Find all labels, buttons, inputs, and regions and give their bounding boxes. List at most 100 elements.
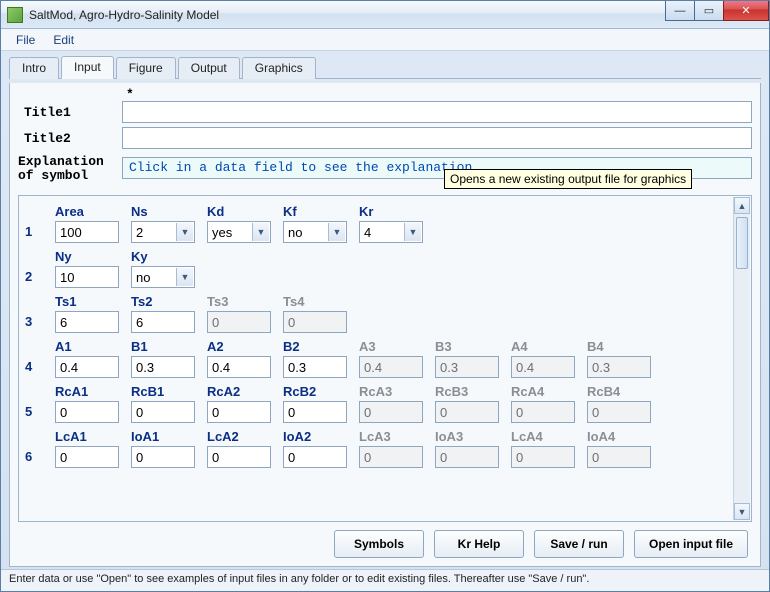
input-b1[interactable]: [131, 356, 195, 378]
app-icon: [7, 7, 23, 23]
label-a3: A3: [359, 339, 431, 355]
required-star: *: [126, 87, 752, 101]
tooltip: Opens a new existing output file for gra…: [444, 169, 692, 189]
label-ny: Ny: [55, 249, 127, 265]
grid-row-4: 4 A1 B1 A2 B2 A3 B3 A4 B4: [25, 339, 729, 378]
select-kr[interactable]: 4▼: [359, 221, 423, 243]
input-b4: [587, 356, 651, 378]
input-b2[interactable]: [283, 356, 347, 378]
scroll-up-icon[interactable]: ▲: [734, 197, 750, 214]
scroll-thumb[interactable]: [736, 217, 748, 269]
label-rca3: RcA3: [359, 384, 431, 400]
scroll-down-icon[interactable]: ▼: [734, 503, 750, 520]
input-lca3: [359, 446, 423, 468]
save-run-button[interactable]: Save / run: [534, 530, 624, 558]
input-a4: [511, 356, 575, 378]
label-kr: Kr: [359, 204, 431, 220]
input-rca2[interactable]: [207, 401, 271, 423]
menubar: File Edit: [1, 29, 769, 51]
menu-edit[interactable]: Edit: [44, 31, 83, 49]
input-ts2[interactable]: [131, 311, 195, 333]
vertical-scrollbar[interactable]: ▲ ▼: [733, 197, 750, 520]
select-ky[interactable]: no▼: [131, 266, 195, 288]
title2-input[interactable]: [122, 127, 752, 149]
input-rcb2[interactable]: [283, 401, 347, 423]
row-num: 4: [25, 359, 55, 378]
label-kf: Kf: [283, 204, 355, 220]
input-lca1[interactable]: [55, 446, 119, 468]
input-ts3: [207, 311, 271, 333]
tab-output[interactable]: Output: [178, 57, 240, 79]
label-ts3: Ts3: [207, 294, 279, 310]
input-lca4: [511, 446, 575, 468]
grid-row-5: 5 RcA1 RcB1 RcA2 RcB2 RcA3 RcB3 RcA4 RcB…: [25, 384, 729, 423]
title1-input[interactable]: [122, 101, 752, 123]
label-b4: B4: [587, 339, 659, 355]
chevron-down-icon: ▼: [176, 268, 193, 286]
label-rcb1: RcB1: [131, 384, 203, 400]
input-ts4: [283, 311, 347, 333]
label-ts2: Ts2: [131, 294, 203, 310]
input-rcb1[interactable]: [131, 401, 195, 423]
input-ioa4: [587, 446, 651, 468]
input-rcb3: [435, 401, 499, 423]
input-a2[interactable]: [207, 356, 271, 378]
label-rcb2: RcB2: [283, 384, 355, 400]
label-b2: B2: [283, 339, 355, 355]
chevron-down-icon: ▼: [176, 223, 193, 241]
row-num: 1: [25, 224, 55, 243]
row-num: 6: [25, 449, 55, 468]
label-ioa2: IoA2: [283, 429, 355, 445]
menu-file[interactable]: File: [7, 31, 44, 49]
input-ioa2[interactable]: [283, 446, 347, 468]
input-rca1[interactable]: [55, 401, 119, 423]
grid-row-1: 1 Area Ns 2▼ Kd yes▼ Kf no▼ Kr 4▼: [25, 204, 729, 243]
label-ts1: Ts1: [55, 294, 127, 310]
tab-graphics[interactable]: Graphics: [242, 57, 316, 79]
button-bar: Symbols Kr Help Save / run Open input fi…: [18, 522, 752, 560]
input-area[interactable]: [55, 221, 119, 243]
chevron-down-icon: ▼: [252, 223, 269, 241]
close-button[interactable]: ✕: [723, 1, 769, 21]
symbols-button[interactable]: Symbols: [334, 530, 424, 558]
label-ioa1: IoA1: [131, 429, 203, 445]
label-rca1: RcA1: [55, 384, 127, 400]
tab-figure[interactable]: Figure: [116, 57, 176, 79]
label-title1: Title1: [18, 105, 122, 120]
row-num: 2: [25, 269, 55, 288]
minimize-button[interactable]: —: [665, 1, 695, 21]
input-ts1[interactable]: [55, 311, 119, 333]
label-ns: Ns: [131, 204, 203, 220]
select-kf[interactable]: no▼: [283, 221, 347, 243]
label-b1: B1: [131, 339, 203, 355]
label-rcb3: RcB3: [435, 384, 507, 400]
open-input-file-button[interactable]: Open input file: [634, 530, 748, 558]
select-ns[interactable]: 2▼: [131, 221, 195, 243]
label-a2: A2: [207, 339, 279, 355]
label-ts4: Ts4: [283, 294, 355, 310]
label-lca1: LcA1: [55, 429, 127, 445]
select-kd[interactable]: yes▼: [207, 221, 271, 243]
maximize-button[interactable]: ▭: [694, 1, 724, 21]
label-rcb4: RcB4: [587, 384, 659, 400]
label-ky: Ky: [131, 249, 203, 265]
label-ioa3: IoA3: [435, 429, 507, 445]
kr-help-button[interactable]: Kr Help: [434, 530, 524, 558]
window-buttons: — ▭ ✕: [666, 1, 769, 21]
label-lca4: LcA4: [511, 429, 583, 445]
label-rca2: RcA2: [207, 384, 279, 400]
input-ioa1[interactable]: [131, 446, 195, 468]
label-kd: Kd: [207, 204, 279, 220]
input-a1[interactable]: [55, 356, 119, 378]
input-b3: [435, 356, 499, 378]
grid-row-6: 6 LcA1 IoA1 LcA2 IoA2 LcA3 IoA3 LcA4 IoA…: [25, 429, 729, 468]
label-title2: Title2: [18, 131, 122, 146]
label-ioa4: IoA4: [587, 429, 659, 445]
tab-intro[interactable]: Intro: [9, 57, 59, 79]
tab-input[interactable]: Input: [61, 56, 114, 79]
input-form: * Title1 Title2 Explanation of symbol Cl…: [9, 83, 761, 567]
client-area: Intro Input Figure Output Graphics * Tit…: [1, 51, 769, 569]
input-lca2[interactable]: [207, 446, 271, 468]
input-ny[interactable]: [55, 266, 119, 288]
titlebar: SaltMod, Agro-Hydro-Salinity Model — ▭ ✕: [1, 1, 769, 29]
